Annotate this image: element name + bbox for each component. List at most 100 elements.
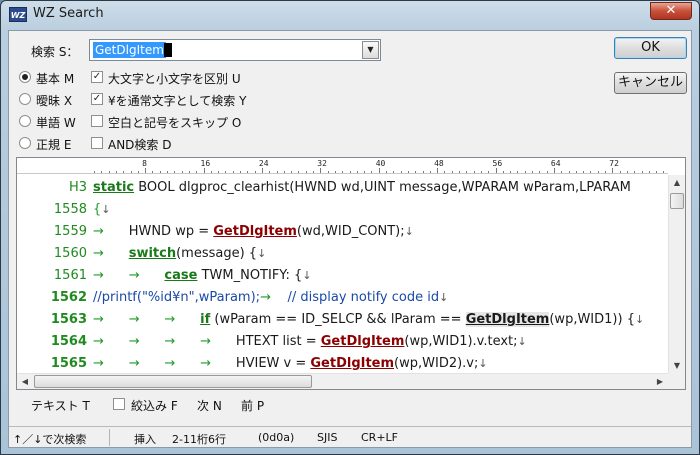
scroll-right-icon[interactable]: ▶ [652,374,668,389]
radio-regex[interactable] [19,137,31,149]
scroll-up-icon[interactable]: ▲ [669,175,685,191]
chevron-down-icon: ▼ [367,45,374,54]
next-button[interactable]: 次 N [197,397,222,414]
vertical-scroll-thumb[interactable] [670,193,684,209]
checkbox-case-sensitive-label[interactable]: 大文字と小文字を区別 U [108,70,241,87]
ruler-tick [407,171,409,173]
ruler-tick [393,171,395,173]
text-cursor [164,43,172,57]
ruler-tick [364,171,366,173]
ruler-label: 48 [434,159,444,168]
ruler-tick [626,171,628,173]
checkbox-narrow-label[interactable]: 絞込み F [131,397,178,414]
scrollbar-corner [668,373,685,389]
checkbox-and-search[interactable] [91,137,103,149]
radio-word[interactable] [19,115,31,127]
radio-basic-label[interactable]: 基本 M [36,70,74,87]
cancel-button[interactable]: キャンセル [614,72,687,94]
status-bar: ↑／↓で次検索 挿入 2-11桁6行 (0d0a) SJIS CR+LF [9,426,691,447]
radio-fuzzy-label[interactable]: 曖昧 X [36,92,72,109]
search-label: 検索 S： [31,45,79,59]
checkbox-and-search-label[interactable]: AND検索 D [108,136,171,153]
code-text: HTEXT list = [235,334,321,349]
keyword: static [93,180,135,195]
ruler-label: 40 [375,159,386,168]
dropdown-button[interactable]: ▼ [362,41,379,59]
code-view[interactable]: static BOOL dlgproc_clearhist(HWND wd,UI… [93,175,668,375]
ruler-label: 32 [317,159,327,168]
close-icon: ✕ [665,3,677,18]
ruler-tick [597,171,599,173]
ruler-tick [648,171,650,173]
tab-mark: → [164,334,176,349]
dialog-body: 検索 S： GetDlgItem ▼ OK キャンセル 基本 M 曖昧 X 単語… [8,30,692,448]
radio-word-label[interactable]: 単語 W [36,114,76,131]
checkbox-skip-whitespace-label[interactable]: 空白と記号をスキップ O [108,114,241,131]
ruler-tick [94,171,95,173]
ruler-tick [553,168,555,173]
ruler-tick [130,171,132,173]
ruler-tick [524,171,526,173]
tab-mark: → [164,312,176,327]
ruler-tick [269,171,271,173]
ruler-tick [437,168,439,173]
ruler-tick [400,171,402,173]
radio-basic[interactable] [19,71,31,83]
ruler-tick [247,171,249,173]
ruler-tick [123,171,125,173]
scroll-down-icon[interactable]: ▼ [669,358,685,374]
tab-mark: → [128,268,140,283]
checkbox-case-sensitive[interactable]: ✓ [91,71,103,83]
line-number: 1559 [53,224,87,239]
ruler-tick [663,171,665,173]
ruler-tick [152,171,154,173]
status-hint: ↑／↓で次検索 [13,433,87,446]
title-bar[interactable]: WZ WZ Search ✕ [1,1,699,29]
checkbox-yen-literal-label[interactable]: ¥を通常文字として検索 Y [108,92,246,109]
ruler-tick [115,171,117,173]
vertical-scrollbar[interactable]: ▲ ▼ [668,175,685,374]
ruler-tick [583,171,585,173]
search-input-value[interactable]: GetDlgItem [93,42,166,58]
ruler-tick [495,168,497,173]
code-text: TWM_NOTIFY: { [197,268,303,283]
code-line: {↓ [93,199,111,221]
ruler-tick [539,171,541,173]
tab-mark: → [93,334,104,349]
ruler-tick [218,171,220,173]
close-button[interactable]: ✕ [650,2,692,20]
ok-button[interactable]: OK [614,37,687,59]
ruler-tick [568,171,570,173]
ruler-tick [356,171,358,173]
prev-button[interactable]: 前 P [241,397,264,414]
ruler-tick [291,171,293,173]
horizontal-scrollbar[interactable]: ◀ ▶ [17,373,668,389]
checkbox-yen-literal[interactable]: ✓ [91,93,103,105]
ruler-tick [320,168,322,173]
ruler-tick [634,171,636,173]
keyword: switch [128,246,177,261]
ruler-tick [386,171,387,173]
radio-regex-label[interactable]: 正規 E [36,136,71,153]
horizontal-scroll-thumb[interactable] [34,375,312,388]
code-text: (wp,WID2).v; [394,356,479,371]
radio-fuzzy[interactable] [19,93,31,105]
ruler-tick [334,171,336,173]
ruler-tick [137,171,139,173]
text-mode-label[interactable]: テキスト T [31,397,90,414]
ruler-tick [181,171,183,173]
search-match: GetDlgItem [320,334,405,349]
tab-mark: → [93,312,104,327]
ruler-tick [502,171,504,173]
ruler-tick [510,171,512,173]
ruler-tick [167,171,168,173]
search-combobox[interactable]: GetDlgItem ▼ [89,39,381,61]
code-line: → → case TWM_NOTIFY: {↓ [93,265,312,287]
scroll-left-icon[interactable]: ◀ [17,374,33,389]
ruler-tick [276,171,278,173]
checkbox-skip-whitespace[interactable] [91,115,103,127]
ruler-tick [261,168,263,173]
checkbox-narrow[interactable] [113,398,125,410]
ruler-label: 16 [200,159,211,168]
result-preview-editor[interactable]: 8162432404856647280 H3 1558 1559 1560 15… [16,157,686,390]
